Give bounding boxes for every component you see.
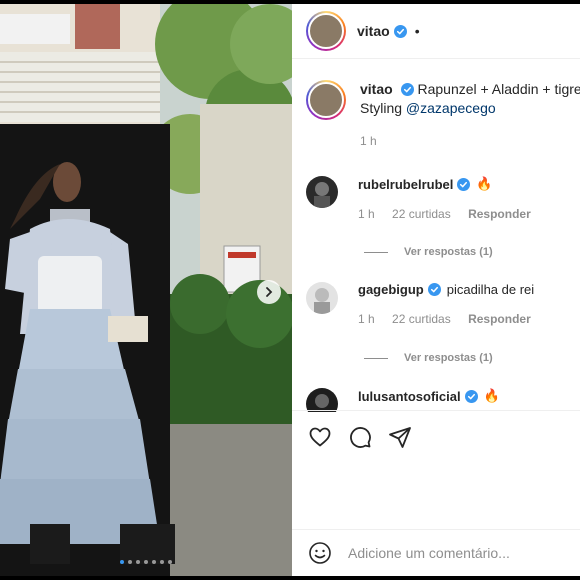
- comment-button[interactable]: [348, 425, 372, 449]
- emoji-button[interactable]: [308, 541, 332, 565]
- commenter-avatar[interactable]: [306, 282, 338, 314]
- caption-username[interactable]: vitao: [360, 81, 393, 97]
- commenter-avatar[interactable]: [306, 388, 338, 412]
- comment-text: picadilha de rei: [446, 282, 535, 297]
- post-caption: vitao Rapunzel + Aladdin + tigre Styling…: [306, 80, 580, 151]
- post-modal: vitao • vitao Rapunzel + Aladdin + tigre…: [0, 0, 580, 580]
- reply-button[interactable]: Responder: [468, 312, 531, 326]
- comment-input[interactable]: [348, 545, 548, 561]
- comment-icon: [350, 427, 371, 448]
- author-avatar[interactable]: [306, 11, 346, 51]
- comment-time[interactable]: 1 h: [358, 207, 375, 221]
- caption-mention[interactable]: @zazapecego: [406, 100, 496, 116]
- view-replies-button[interactable]: Ver respostas (1): [364, 246, 493, 258]
- view-replies-button[interactable]: Ver respostas (1): [364, 352, 493, 364]
- photo-illustration: [0, 4, 292, 576]
- carousel-dot: [128, 560, 132, 564]
- like-button[interactable]: [308, 425, 332, 449]
- reply-button[interactable]: Responder: [468, 207, 531, 221]
- comment-username[interactable]: lulusantosoficial: [358, 389, 461, 404]
- carousel-dot: [168, 560, 172, 564]
- view-replies-label: Ver respostas (1): [404, 246, 493, 258]
- verified-badge-icon: [393, 24, 407, 38]
- share-button[interactable]: [388, 425, 412, 449]
- carousel-dot: [144, 560, 148, 564]
- emoji-icon: [309, 542, 331, 564]
- comment-username[interactable]: gagebigup: [358, 282, 424, 297]
- verified-badge-icon: [464, 389, 478, 403]
- commenter-avatar[interactable]: [306, 176, 338, 208]
- post-actions: [292, 410, 580, 530]
- comment-likes[interactable]: 22 curtidas: [392, 207, 451, 221]
- caption-text: Rapunzel + Aladdin + tigre: [417, 81, 580, 97]
- comment-item: lulusantosoficial 🔥: [306, 388, 500, 412]
- comment-item: gagebigup picadilha de rei 1 h 22 curtid…: [306, 282, 545, 326]
- comments-list: vitao Rapunzel + Aladdin + tigre Styling…: [292, 66, 580, 412]
- verified-badge-icon: [427, 283, 441, 296]
- comment-time[interactable]: 1 h: [358, 312, 375, 326]
- post-header: vitao •: [292, 4, 580, 59]
- chevron-right-icon: [266, 287, 273, 297]
- author-avatar[interactable]: [306, 80, 346, 120]
- comment-username[interactable]: rubelrubelrubel: [358, 177, 453, 192]
- caption-time[interactable]: 1 h: [360, 134, 377, 148]
- view-replies-label: Ver respostas (1): [404, 352, 493, 364]
- carousel-dot: [160, 560, 164, 564]
- share-icon: [389, 427, 411, 448]
- heart-icon: [309, 427, 331, 447]
- verified-badge-icon: [457, 177, 471, 191]
- fire-emoji: 🔥: [483, 388, 500, 403]
- next-photo-button[interactable]: [257, 280, 281, 304]
- post-photo[interactable]: [0, 4, 292, 576]
- comment-likes[interactable]: 22 curtidas: [392, 312, 451, 326]
- comment-item: rubelrubelrubel 🔥 1 h 22 curtidas Respon…: [306, 176, 545, 221]
- comment-composer: [292, 529, 580, 576]
- caption-prefix: Styling: [360, 100, 403, 116]
- verified-badge-icon: [400, 83, 414, 96]
- carousel-dot: [120, 560, 124, 564]
- carousel-dot: [136, 560, 140, 564]
- fire-emoji: 🔥: [476, 176, 493, 191]
- author-username[interactable]: vitao: [357, 23, 390, 39]
- carousel-dot: [152, 560, 156, 564]
- header-bullet: •: [414, 23, 420, 39]
- post-side-panel: vitao • vitao Rapunzel + Aladdin + tigre…: [292, 4, 580, 576]
- carousel-indicator: [0, 560, 292, 564]
